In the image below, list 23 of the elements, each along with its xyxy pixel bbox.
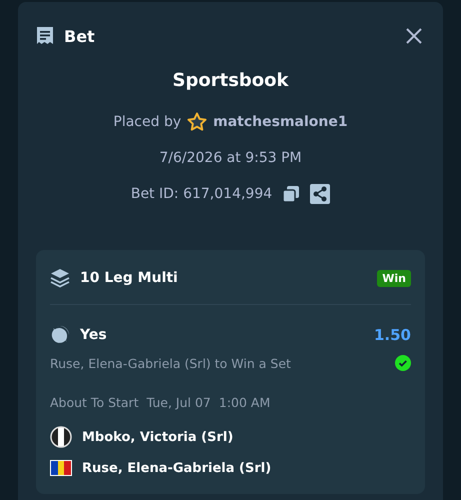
bet-type: 10 Leg Multi	[80, 270, 179, 286]
bet-id: Bet ID: 617,014,994	[130, 186, 272, 202]
placed-date: 7/6/2026 at 9:53 PM	[159, 150, 302, 166]
placed-by-label: Placed by	[113, 114, 182, 130]
player-name: Mboko, Victoria (Srl)	[82, 430, 234, 444]
dialog-title: Bet	[64, 26, 96, 46]
event-time: 1:00 AM	[218, 395, 270, 410]
flag-icon	[50, 426, 72, 448]
odds: 1.50	[374, 326, 411, 344]
receipt-icon	[36, 26, 54, 46]
status-badge: Win	[377, 270, 411, 286]
market-text: Ruse, Elena-Gabriela (Srl) to Win a Set	[50, 356, 292, 370]
event-date: Tue, Jul 07	[146, 395, 211, 410]
star-icon	[187, 112, 208, 132]
player-name: Ruse, Elena-Gabriela (Srl)	[82, 460, 272, 476]
username[interactable]: matchesmalone1	[213, 114, 348, 130]
flag-icon	[50, 460, 72, 476]
sportsbook-heading: Sportsbook	[172, 70, 288, 93]
layers-icon	[50, 268, 70, 288]
share-icon[interactable]	[310, 184, 330, 204]
copy-icon[interactable]	[282, 185, 300, 203]
selection: Yes	[80, 327, 108, 343]
event-status: About To Start	[50, 395, 139, 410]
